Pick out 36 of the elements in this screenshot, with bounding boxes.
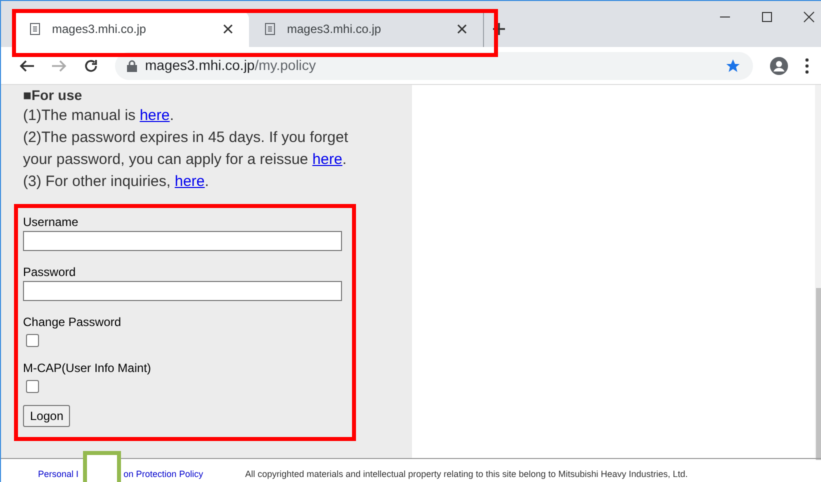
notice-heading: ■For use (23, 86, 84, 105)
copyright-text: All copyrighted materials and intellectual property relating to this site belong to Mitsubishi Heavy Industries, Ltd. (245, 468, 688, 481)
checkbox[interactable] (26, 334, 39, 347)
tab-title: mages3.mhi.co.jp (287, 21, 382, 38)
checkbox[interactable] (26, 380, 39, 393)
field-label: Password (23, 265, 77, 279)
page-icon (265, 23, 275, 35)
notice-text: (3) For other inquiries, here. (23, 172, 210, 192)
maximize-icon[interactable] (761, 11, 773, 23)
input-field[interactable] (23, 281, 342, 301)
logon-button[interactable]: Logon (23, 405, 70, 427)
field-label: M-CAP(User Info Maint) (23, 361, 152, 375)
close-icon[interactable] (457, 24, 467, 34)
address-bar[interactable]: mages3.mhi.co.jp/my.policy (115, 52, 753, 80)
here-link[interactable]: here (174, 173, 205, 190)
input-field[interactable] (23, 231, 342, 251)
page-icon (30, 23, 40, 35)
new-tab-icon[interactable] (492, 22, 506, 36)
account-icon[interactable] (769, 56, 789, 76)
here-link[interactable]: here (140, 107, 170, 124)
star-icon[interactable] (725, 58, 741, 74)
here-link[interactable]: here (312, 151, 342, 168)
browser-tab[interactable]: mages3.mhi.co.jp (14, 11, 249, 47)
tab-title: mages3.mhi.co.jp (52, 21, 148, 38)
close-icon[interactable] (803, 11, 815, 23)
notice-text: (1)The manual is here. (23, 106, 175, 126)
back-icon[interactable] (19, 58, 35, 74)
url-text: mages3.mhi.co.jp/my.policy (145, 56, 316, 75)
notice-text: (2)The password expires in 45 days. If you forget your password, you can apply for a reissue here. (23, 128, 350, 170)
menu-icon[interactable] (805, 58, 809, 74)
close-icon[interactable] (223, 24, 233, 34)
privacy-policy-link[interactable]: Personal I on Protection Policy (38, 468, 204, 481)
field-label: Change Password (23, 315, 122, 329)
field-label: Username (23, 215, 80, 229)
reload-icon[interactable] (83, 58, 99, 74)
lock-icon (127, 60, 137, 72)
